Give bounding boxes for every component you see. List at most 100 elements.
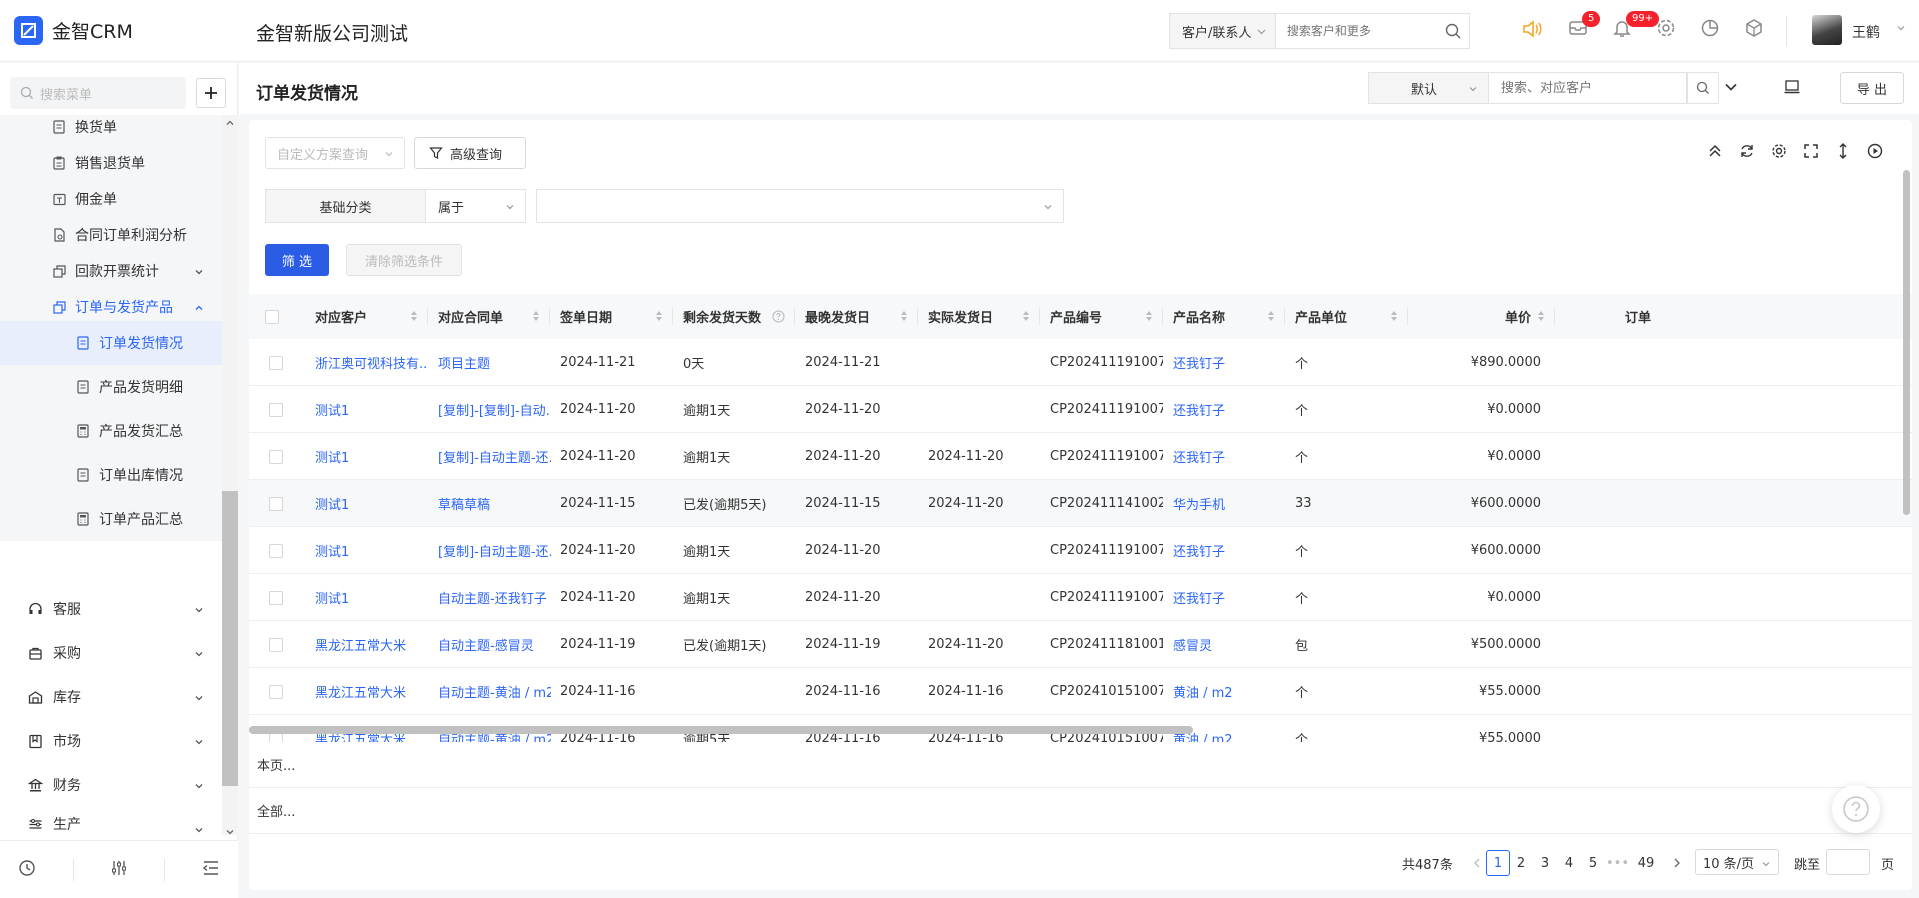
sidebar-item-product-shipping-summary[interactable]: 产品发货汇总 [0, 409, 222, 453]
clear-filter-button[interactable]: 清除筛选条件 [346, 244, 462, 276]
add-button[interactable] [196, 78, 226, 108]
customer-cell[interactable]: 浙江奥可视科技有... [315, 339, 428, 386]
column-header[interactable]: 最晚发货日 [795, 294, 918, 339]
product-name-cell[interactable]: 还我钉子 [1173, 386, 1286, 433]
product-name-cell[interactable]: 还我钉子 [1173, 433, 1286, 480]
page-1[interactable]: 1 [1486, 850, 1510, 876]
chevron-down-icon[interactable] [1896, 22, 1906, 37]
column-header[interactable]: 单价 [1408, 294, 1555, 339]
sidebar-item-finance[interactable]: 财务 [0, 763, 222, 807]
contract-cell[interactable]: 自动主题-黄油 / m2 [438, 668, 551, 715]
page-ellipsis[interactable]: ••• [1606, 850, 1629, 876]
page-49[interactable]: 49 [1636, 850, 1656, 876]
sort-icon[interactable] [1145, 310, 1153, 326]
history-icon[interactable] [18, 859, 36, 881]
sidebar-item-order-outbound[interactable]: 订单出库情况 [0, 453, 222, 497]
play-icon[interactable] [1867, 143, 1883, 163]
column-header[interactable]: 产品编号 [1040, 294, 1163, 339]
contract-cell[interactable]: 自动主题-感冒灵 [438, 621, 551, 668]
collapse-up-icon[interactable] [1707, 143, 1723, 163]
customer-cell[interactable]: 测试1 [315, 433, 428, 480]
row-checkbox[interactable] [269, 590, 283, 605]
page-5[interactable]: 5 [1583, 850, 1603, 876]
row-checkbox[interactable] [269, 637, 283, 652]
select-all-checkbox[interactable] [265, 294, 305, 339]
row-checkbox[interactable] [269, 355, 283, 370]
table-row[interactable]: 黑龙江五常大米 自动主题-黄油 / m2 2024-11-16 2024-11-16 2… [249, 668, 1912, 715]
column-header[interactable]: 产品名称 [1163, 294, 1285, 339]
table-row[interactable]: 测试1 [复制]-自动主题-还... 2024-11-20 逾期1天 2024-11-2… [249, 433, 1912, 480]
filter-operator-select[interactable]: 属于 [426, 189, 526, 223]
horizontal-scrollbar[interactable] [249, 726, 1193, 734]
sliders-icon[interactable] [110, 859, 128, 881]
sidebar-item-market[interactable]: 市场 [0, 719, 222, 763]
apply-filter-button[interactable]: 筛 选 [265, 244, 329, 276]
help-icon[interactable] [772, 310, 785, 327]
contract-cell[interactable]: [复制]-[复制]-自动... [438, 386, 551, 433]
table-row[interactable]: 黑龙江五常大米 自动主题-感冒灵 2024-11-19 已发(逾期1天) 2024-11… [249, 621, 1912, 668]
advanced-query-button[interactable]: 高级查询 [414, 137, 526, 169]
row-height-icon[interactable] [1835, 143, 1851, 163]
search-icon[interactable] [1437, 14, 1469, 48]
sidebar-item-purchase[interactable]: 采购 [0, 631, 222, 675]
product-name-cell[interactable]: 华为手机 [1173, 480, 1286, 527]
app-logo[interactable]: 金智CRM [14, 16, 133, 45]
column-header[interactable]: 对应合同单 [428, 294, 550, 339]
row-checkbox[interactable] [269, 496, 283, 511]
jump-page-input[interactable] [1826, 849, 1870, 875]
print-icon[interactable] [1783, 78, 1801, 100]
column-header[interactable]: 剩余发货天数 [673, 294, 795, 339]
contract-cell[interactable]: [复制]-自动主题-还... [438, 527, 551, 574]
product-name-cell[interactable]: 还我钉子 [1173, 339, 1286, 386]
custom-query-select[interactable]: 自定义方案查询 [265, 137, 405, 169]
sort-icon[interactable] [1267, 310, 1275, 326]
sort-icon[interactable] [655, 310, 663, 326]
message-icon[interactable]: 5 [1568, 11, 1601, 42]
row-checkbox[interactable] [269, 543, 283, 558]
fullscreen-icon[interactable] [1803, 143, 1819, 163]
sort-icon[interactable] [1537, 310, 1545, 326]
product-name-cell[interactable]: 还我钉子 [1173, 527, 1286, 574]
prev-page-icon[interactable] [1467, 850, 1487, 876]
sort-icon[interactable] [900, 310, 908, 326]
global-search-input[interactable] [1275, 14, 1437, 48]
user-name[interactable]: 王鹤 [1852, 22, 1880, 42]
sidebar-item-customer-service[interactable]: 客服 [0, 587, 222, 631]
customer-cell[interactable]: 测试1 [315, 386, 428, 433]
page-4[interactable]: 4 [1559, 850, 1579, 876]
contract-cell[interactable]: 自动主题-还我钉子 [438, 574, 551, 621]
avatar[interactable] [1812, 15, 1842, 45]
sidebar-item-production[interactable]: 生产 [0, 807, 222, 841]
search-type-select[interactable]: 客户/联系人 [1170, 14, 1276, 48]
contract-cell[interactable]: 草稿草稿 [438, 480, 551, 527]
sidebar-item-product-shipping-detail[interactable]: 产品发货明细 [0, 365, 222, 409]
page-2[interactable]: 2 [1511, 850, 1531, 876]
settings-icon[interactable] [1771, 143, 1787, 163]
refresh-icon[interactable] [1739, 143, 1755, 163]
customer-cell[interactable]: 测试1 [315, 527, 428, 574]
bell-icon[interactable]: 99+ [1612, 11, 1660, 42]
contract-cell[interactable]: [复制]-自动主题-还... [438, 433, 551, 480]
sidebar-scrollbar-thumb[interactable] [222, 491, 238, 786]
customer-cell[interactable]: 黑龙江五常大米 [315, 668, 428, 715]
product-name-cell[interactable]: 黄油 / m2 [1173, 668, 1286, 715]
settings-icon[interactable] [1656, 18, 1676, 42]
customer-cell[interactable]: 测试1 [315, 480, 428, 527]
contract-cell[interactable]: 项目主题 [438, 339, 551, 386]
menu-search-input[interactable]: 搜索菜单 [10, 77, 186, 109]
sidebar-item-order-shipping-status[interactable]: 订单发货情况 [0, 321, 222, 365]
search-icon[interactable] [1687, 72, 1719, 104]
row-checkbox[interactable] [269, 402, 283, 417]
product-name-cell[interactable]: 还我钉子 [1173, 574, 1286, 621]
filter-value-select[interactable] [536, 189, 1064, 223]
page-size-select[interactable]: 10 条/页 [1695, 849, 1779, 875]
page-3[interactable]: 3 [1535, 850, 1555, 876]
customer-cell[interactable]: 黑龙江五常大米 [315, 621, 428, 668]
export-button[interactable]: 导 出 [1840, 72, 1904, 104]
pie-chart-icon[interactable] [1700, 18, 1720, 42]
checkbox[interactable] [265, 309, 279, 324]
column-header[interactable]: 产品单位 [1285, 294, 1408, 339]
collapse-menu-icon[interactable] [202, 859, 220, 881]
sort-icon[interactable] [1390, 310, 1398, 326]
filter-field[interactable]: 基础分类 [265, 189, 426, 223]
